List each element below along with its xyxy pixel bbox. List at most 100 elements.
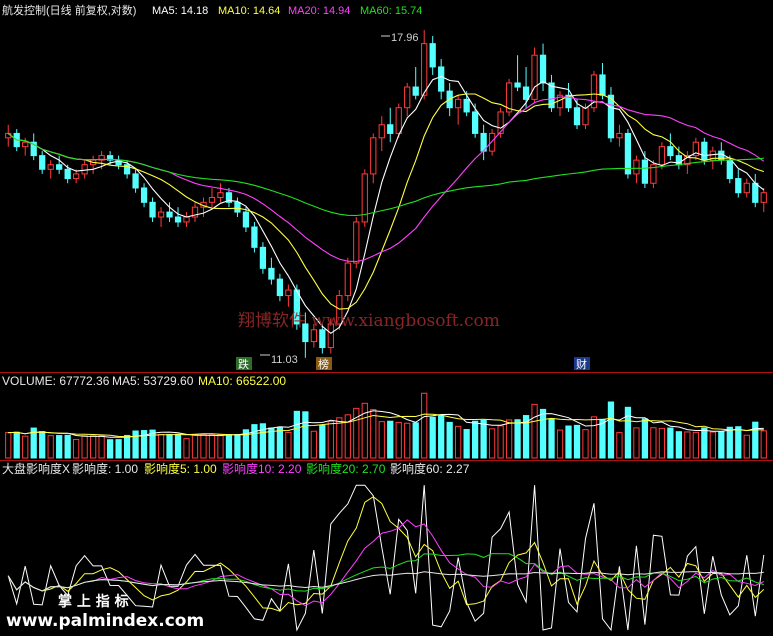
candle-body[interactable] <box>701 141 708 161</box>
candle-body[interactable] <box>378 124 385 139</box>
volume-bar[interactable] <box>56 435 63 459</box>
volume-bar[interactable] <box>251 424 258 459</box>
candle-body[interactable] <box>81 164 88 175</box>
candle-body[interactable] <box>268 267 275 280</box>
candle-body[interactable] <box>463 98 470 113</box>
candle-body[interactable] <box>599 74 606 96</box>
volume-bar[interactable] <box>157 434 165 459</box>
volume-bar[interactable] <box>718 431 725 459</box>
volume-bar[interactable] <box>47 435 54 459</box>
volume-bar[interactable] <box>514 419 521 459</box>
volume-bar[interactable] <box>582 429 589 459</box>
volume-bar[interactable] <box>166 433 173 459</box>
candle-body[interactable] <box>208 197 216 203</box>
volume-bar[interactable] <box>404 422 411 459</box>
candle-body[interactable] <box>624 132 632 175</box>
candle-body[interactable] <box>641 159 649 184</box>
tag-bang[interactable]: 榜 <box>318 357 329 371</box>
candle-body[interactable] <box>64 168 71 180</box>
candle-body[interactable] <box>573 107 581 126</box>
candle-body[interactable] <box>658 146 666 166</box>
candle-body[interactable] <box>760 192 767 203</box>
candle-body[interactable] <box>743 182 750 194</box>
volume-bar[interactable] <box>760 430 767 459</box>
volume-bar[interactable] <box>599 418 606 459</box>
candle-body[interactable] <box>234 201 241 213</box>
volume-bar[interactable] <box>446 421 453 459</box>
volume-bar[interactable] <box>132 430 139 459</box>
candle-body[interactable] <box>472 111 479 134</box>
volume-bar[interactable] <box>106 439 114 459</box>
volume-bar[interactable] <box>421 392 428 459</box>
candle-body[interactable] <box>421 43 428 96</box>
volume-bar[interactable] <box>573 424 581 459</box>
volume-bar[interactable] <box>149 429 156 459</box>
candle-body[interactable] <box>285 289 292 297</box>
candle-body[interactable] <box>429 43 436 68</box>
candle-body[interactable] <box>56 164 63 170</box>
volume-bar[interactable] <box>438 415 445 459</box>
candle-body[interactable] <box>438 66 445 92</box>
volume-bar[interactable] <box>22 435 29 459</box>
candle-body[interactable] <box>726 159 733 180</box>
volume-bar[interactable] <box>472 420 479 459</box>
volume-bar[interactable] <box>387 420 394 459</box>
candle-body[interactable] <box>531 54 538 100</box>
candle-body[interactable] <box>47 164 54 170</box>
volume-bar[interactable] <box>174 433 182 459</box>
stock-chart[interactable]: 翔博软件 www.xiangbosoft.com 航发控制(日线 前复权,对数)… <box>0 0 773 636</box>
volume-bar[interactable] <box>276 426 284 459</box>
volume-bar[interactable] <box>624 406 632 459</box>
candle-body[interactable] <box>607 94 615 139</box>
volume-bar[interactable] <box>285 431 292 459</box>
volume-bar[interactable] <box>701 427 708 459</box>
volume-bar[interactable] <box>633 427 640 459</box>
volume-bar[interactable] <box>667 427 674 459</box>
candle-body[interactable] <box>310 329 317 343</box>
volume-bar[interactable] <box>183 438 190 459</box>
candle-body[interactable] <box>174 216 182 223</box>
candle-body[interactable] <box>166 211 173 218</box>
volume-bar[interactable] <box>488 428 496 459</box>
candle-body[interactable] <box>370 137 377 175</box>
volume-bar[interactable] <box>480 419 487 459</box>
volume-bar[interactable] <box>616 432 623 459</box>
volume-bar[interactable] <box>378 421 385 459</box>
candle-body[interactable] <box>149 201 156 218</box>
volume-bar[interactable] <box>90 435 97 459</box>
candle-body[interactable] <box>616 132 623 139</box>
candle-body[interactable] <box>412 86 419 96</box>
volume-bar[interactable] <box>709 431 716 459</box>
candle-body[interactable] <box>217 192 224 199</box>
candle-body[interactable] <box>735 178 742 194</box>
volume-bar[interactable] <box>234 434 241 459</box>
candle-body[interactable] <box>39 155 46 170</box>
volume-bar[interactable] <box>319 425 326 459</box>
volume-bar[interactable] <box>735 426 742 459</box>
volume-bar[interactable] <box>208 434 216 459</box>
volume-bar[interactable] <box>39 431 46 459</box>
candle-body[interactable] <box>132 173 139 189</box>
volume-bar[interactable] <box>412 422 419 459</box>
volume-bar[interactable] <box>607 401 615 459</box>
volume-bar[interactable] <box>395 421 402 459</box>
volume-bar[interactable] <box>692 431 699 459</box>
volume-bar[interactable] <box>200 434 207 459</box>
volume-bar[interactable] <box>115 439 122 459</box>
volume-bar[interactable] <box>463 429 470 459</box>
volume-bar[interactable] <box>302 411 309 459</box>
candle-body[interactable] <box>183 216 190 223</box>
candle-body[interactable] <box>319 329 326 349</box>
volume-bar[interactable] <box>539 408 547 459</box>
candle-body[interactable] <box>633 159 640 175</box>
volume-bar[interactable] <box>191 434 199 459</box>
volume-bar[interactable] <box>98 435 105 459</box>
volume-bar[interactable] <box>310 430 317 459</box>
candle-body[interactable] <box>395 107 402 134</box>
volume-bar[interactable] <box>429 416 436 459</box>
volume-bar[interactable] <box>752 421 759 459</box>
volume-bar[interactable] <box>658 427 666 459</box>
candle-body[interactable] <box>455 98 462 109</box>
volume-bar[interactable] <box>225 434 233 459</box>
volume-bar[interactable] <box>556 429 564 459</box>
